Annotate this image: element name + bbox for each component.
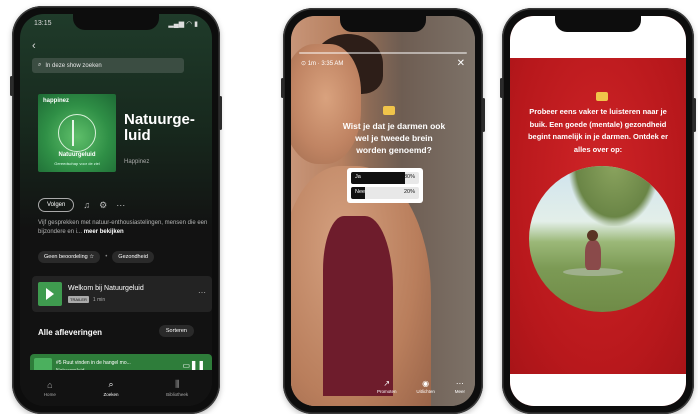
- poll-option[interactable]: Nee 20%: [351, 187, 419, 199]
- highlight-action[interactable]: ◉ Uitlichten: [416, 379, 435, 394]
- yoga-person: [585, 240, 601, 270]
- nav-search-label: Zoeken: [103, 392, 119, 397]
- trailer-badge: TRAILER: [68, 296, 89, 303]
- photo-top: [323, 216, 393, 396]
- promote-label: Promoten: [377, 389, 397, 394]
- cover-subtitle: Gereedschap voor de ziel: [54, 161, 100, 166]
- category-chip[interactable]: Gezondheid: [112, 251, 154, 263]
- nav-library-label: Bibliotheek: [166, 392, 189, 397]
- bottom-nav: ⌂ Home ⌕ Zoeken ⫼ Bibliotheek: [20, 370, 212, 406]
- story-actions: ↗ Promoten ◉ Uitlichten ⋯ Meer: [377, 379, 465, 394]
- red-story-screen: Probeer eens vaker te luisteren naar je …: [510, 16, 686, 406]
- status-bar: 13:15 ▂▄▆ ◠ ▮: [34, 20, 198, 28]
- poll-option-percent: 80%: [403, 174, 415, 180]
- chip-separator: •: [105, 254, 108, 260]
- settings-icon[interactable]: ⚙: [99, 200, 107, 211]
- cover-brand: happinez: [43, 98, 70, 104]
- promote-action[interactable]: ↗ Promoten: [377, 379, 397, 394]
- story-screen: ⊙ 1m · 3:35 AM ✕ Wist je dat je darmen o…: [291, 16, 475, 406]
- back-arrow-icon[interactable]: ‹: [32, 40, 36, 52]
- phone-spotify: 13:15 ▂▄▆ ◠ ▮ ‹ ⌕ In deze show zoeken ha…: [10, 6, 222, 414]
- highlight-label: Uitlichten: [416, 389, 435, 394]
- rating-chip[interactable]: Geen beoordeling ☆: [38, 251, 101, 263]
- bottom-white-band: [510, 374, 686, 406]
- volume-button: [10, 76, 13, 96]
- poll-option[interactable]: Ja 80%: [351, 172, 419, 184]
- question-icon: [383, 106, 395, 115]
- person-head: [587, 230, 598, 241]
- status-icons: ▂▄▆ ◠ ▮: [168, 21, 198, 28]
- search-input[interactable]: ⌕ In deze show zoeken: [32, 58, 184, 73]
- search-placeholder: In deze show zoeken: [45, 62, 102, 69]
- episode-duration: 1 min: [92, 296, 106, 303]
- nav-home[interactable]: ⌂ Home: [44, 380, 56, 397]
- chip-row: Geen beoordeling ☆ • Gezondheid: [38, 251, 154, 263]
- more-label: Meer: [454, 389, 465, 394]
- story-progress: [299, 52, 467, 54]
- bell-icon[interactable]: ♫: [83, 200, 90, 210]
- notch: [340, 16, 426, 32]
- more-icon: ⋯: [455, 379, 464, 388]
- volume-button: [281, 78, 284, 98]
- episodes-heading: Alle afleveringen: [38, 328, 103, 337]
- power-button: [482, 98, 485, 132]
- story-time: ⊙ 1m · 3:35 AM: [301, 61, 344, 67]
- spotify-screen: 13:15 ▂▄▆ ◠ ▮ ‹ ⌕ In deze show zoeken ha…: [20, 14, 212, 406]
- story-icon: [596, 92, 608, 101]
- devices-icon[interactable]: ▭: [182, 361, 190, 370]
- show-more-link[interactable]: meer bekijken: [84, 229, 124, 235]
- search-nav-icon: ⌕: [108, 379, 114, 389]
- yoga-photo: [529, 166, 675, 312]
- nav-search[interactable]: ⌕ Zoeken: [103, 379, 118, 397]
- nav-home-label: Home: [43, 391, 56, 397]
- poll-option-percent: 20%: [403, 189, 415, 195]
- library-icon: ⫼: [175, 379, 180, 389]
- status-time: 13:15: [34, 20, 52, 27]
- home-icon: ⌂: [47, 379, 53, 390]
- tree-icon: [72, 120, 82, 146]
- power-button: [693, 98, 696, 132]
- highlight-icon: ◉: [422, 379, 430, 388]
- tree-canopy: [569, 166, 659, 226]
- episode-title: Welkom bij Natuurgeluid: [68, 285, 144, 292]
- phone-story-poll: ⊙ 1m · 3:35 AM ✕ Wist je dat je darmen o…: [281, 8, 485, 414]
- more-action[interactable]: ⋯ Meer: [455, 379, 465, 394]
- episode-card[interactable]: Welkom bij Natuurgeluid TRAILER 1 min ⋯: [32, 276, 212, 312]
- play-icon[interactable]: [46, 288, 54, 300]
- story-question: Wist je dat je darmen ook wel je tweede …: [342, 121, 446, 155]
- podcast-cover: happinez Natuurgeluid Gereedschap voor d…: [38, 94, 116, 172]
- episode-meta: TRAILER 1 min: [68, 296, 105, 303]
- follow-button[interactable]: Volgen: [38, 198, 75, 212]
- poll-option-label: Ja: [355, 174, 361, 180]
- action-row: Volgen ♫ ⚙ ⋯: [38, 198, 125, 212]
- show-description: Vijf gesprekken met natuur-enthousiastel…: [38, 219, 208, 237]
- more-icon[interactable]: ⋯: [116, 200, 125, 211]
- show-title: Natuurge-luid: [124, 111, 195, 144]
- poll-widget: Ja 80% Nee 20%: [347, 168, 423, 203]
- episode-more-icon[interactable]: ⋯: [198, 288, 206, 297]
- poll-option-label: Nee: [355, 189, 366, 195]
- search-icon: ⌕: [38, 62, 42, 68]
- now-playing-title: #5 Ruut vinden in de hangel mo...: [56, 360, 131, 366]
- notch: [555, 16, 641, 32]
- trend-icon: ↗: [383, 379, 391, 388]
- power-button: [219, 96, 222, 130]
- phone-story-red: Probeer eens vaker te luisteren naar je …: [500, 8, 696, 414]
- close-icon[interactable]: ✕: [457, 58, 465, 69]
- sort-button[interactable]: Sorteren: [158, 325, 194, 337]
- cover-title: Natuurgeluid: [58, 152, 96, 158]
- story-header: ⊙ 1m · 3:35 AM: [301, 60, 343, 67]
- story-text: Probeer eens vaker te luisteren naar je …: [527, 107, 669, 154]
- nav-library[interactable]: ⫼ Bibliotheek: [166, 379, 188, 397]
- publisher[interactable]: Happinez: [124, 159, 149, 165]
- stage: 13:15 ▂▄▆ ◠ ▮ ‹ ⌕ In deze show zoeken ha…: [0, 0, 698, 414]
- volume-button: [500, 78, 503, 98]
